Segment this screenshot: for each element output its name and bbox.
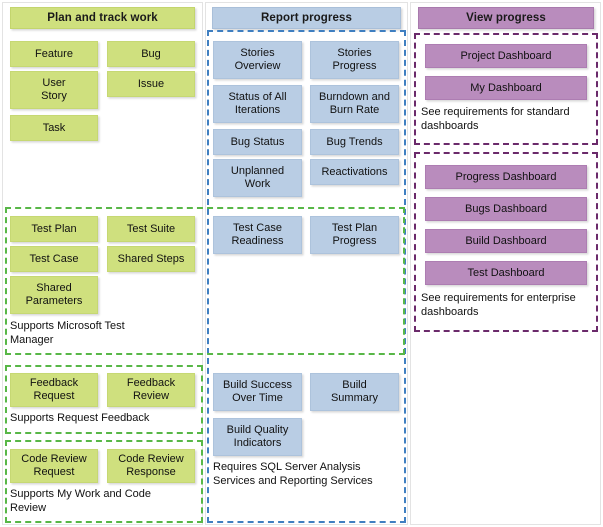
note-supports-my-work-and-code-review: Supports My Work and Code Review — [10, 488, 152, 514]
header-report-label: Report progress — [261, 12, 352, 24]
note-supports-request-feedback: Supports Request Feedback — [10, 412, 150, 424]
header-plan-label: Plan and track work — [47, 12, 158, 24]
report-build-summary[interactable]: Build Summary — [310, 373, 399, 411]
work-item-test-case[interactable]: Test Case — [10, 246, 98, 272]
note-requires-sql-server: Requires SQL Server Analysis Services an… — [213, 461, 373, 487]
work-item-code-review-request[interactable]: Code Review Request — [10, 449, 98, 483]
work-item-user-story[interactable]: User Story — [10, 71, 98, 109]
diagram-root: Plan and track work Report progress View… — [0, 0, 603, 527]
report-bug-trends[interactable]: Bug Trends — [310, 129, 399, 155]
report-unplanned-work[interactable]: Unplanned Work — [213, 159, 302, 197]
dashboard-project[interactable]: Project Dashboard — [425, 44, 587, 68]
note-supports-microsoft-test-manager: Supports Microsoft Test Manager — [10, 320, 125, 346]
note-enterprise-dashboards: See requirements for enterprise dashboar… — [421, 292, 576, 318]
header-view-label: View progress — [466, 12, 546, 24]
work-item-feedback-request[interactable]: Feedback Request — [10, 373, 98, 407]
work-item-task[interactable]: Task — [10, 115, 98, 141]
work-item-code-review-response[interactable]: Code Review Response — [107, 449, 195, 483]
header-plan-and-track-work: Plan and track work — [10, 7, 195, 29]
report-stories-overview[interactable]: Stories Overview — [213, 41, 302, 79]
report-build-quality-indicators[interactable]: Build Quality Indicators — [213, 418, 302, 456]
work-item-shared-steps[interactable]: Shared Steps — [107, 246, 195, 272]
work-item-feedback-review[interactable]: Feedback Review — [107, 373, 195, 407]
report-stories-progress[interactable]: Stories Progress — [310, 41, 399, 79]
dashboard-bugs[interactable]: Bugs Dashboard — [425, 197, 587, 221]
note-standard-dashboards: See requirements for standard dashboards — [421, 106, 570, 132]
report-status-of-all-iterations[interactable]: Status of All Iterations — [213, 85, 302, 123]
report-build-success-over-time[interactable]: Build Success Over Time — [213, 373, 302, 411]
report-test-case-readiness[interactable]: Test Case Readiness — [213, 216, 302, 254]
header-report-progress: Report progress — [212, 7, 401, 29]
work-item-bug[interactable]: Bug — [107, 41, 195, 67]
report-bug-status[interactable]: Bug Status — [213, 129, 302, 155]
dashboard-progress[interactable]: Progress Dashboard — [425, 165, 587, 189]
dashboard-my[interactable]: My Dashboard — [425, 76, 587, 100]
report-reactivations[interactable]: Reactivations — [310, 159, 399, 185]
report-burndown-and-burn-rate[interactable]: Burndown and Burn Rate — [310, 85, 399, 123]
work-item-test-suite[interactable]: Test Suite — [107, 216, 195, 242]
header-view-progress: View progress — [418, 7, 594, 29]
work-item-feature[interactable]: Feature — [10, 41, 98, 67]
work-item-test-plan[interactable]: Test Plan — [10, 216, 98, 242]
dashboard-test[interactable]: Test Dashboard — [425, 261, 587, 285]
dashboard-build[interactable]: Build Dashboard — [425, 229, 587, 253]
work-item-shared-parameters[interactable]: Shared Parameters — [10, 276, 98, 314]
report-test-plan-progress[interactable]: Test Plan Progress — [310, 216, 399, 254]
work-item-issue[interactable]: Issue — [107, 71, 195, 97]
